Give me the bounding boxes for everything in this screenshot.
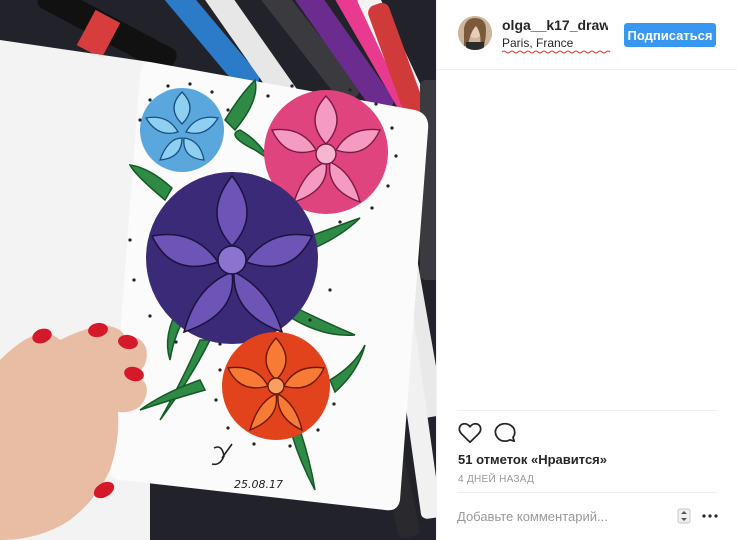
post-time[interactable]: 4 ДНЕЙ НАЗАД (458, 474, 534, 485)
drawing-signature: 25.08.17 (234, 478, 283, 491)
purple-flower (146, 172, 318, 344)
more-options-button[interactable] (701, 509, 719, 523)
resize-icon (677, 508, 691, 524)
comment-input[interactable] (457, 506, 677, 526)
resize-handle[interactable] (677, 508, 691, 524)
username-link[interactable]: olga__k17_drawing (502, 17, 608, 33)
post-actions: 51 отметок «Нравится» 4 ДНЕЙ НАЗАД (437, 410, 737, 540)
likes-count[interactable]: 51 отметок «Нравится» (458, 452, 607, 467)
location-link[interactable]: Paris, France (502, 36, 611, 54)
more-icon (702, 514, 718, 518)
comment-icon (494, 422, 516, 442)
divider (457, 492, 717, 493)
avatar[interactable] (458, 16, 492, 50)
divider (457, 410, 717, 411)
post-side-panel: olga__k17_drawing Paris, France Подписат… (436, 0, 737, 540)
post-header: olga__k17_drawing Paris, France Подписат… (437, 0, 737, 70)
sketchbook-drawing-image: 25.08.17 (0, 0, 436, 540)
blue-flower (140, 88, 224, 172)
location-text: Paris, France (502, 36, 574, 50)
post-photo[interactable]: 25.08.17 (0, 0, 436, 540)
like-button[interactable] (457, 420, 483, 446)
orange-flower (222, 332, 330, 440)
comment-button[interactable] (492, 420, 518, 446)
spellcheck-underline (502, 50, 611, 54)
follow-button[interactable]: Подписаться (624, 23, 716, 47)
heart-icon (458, 422, 482, 444)
